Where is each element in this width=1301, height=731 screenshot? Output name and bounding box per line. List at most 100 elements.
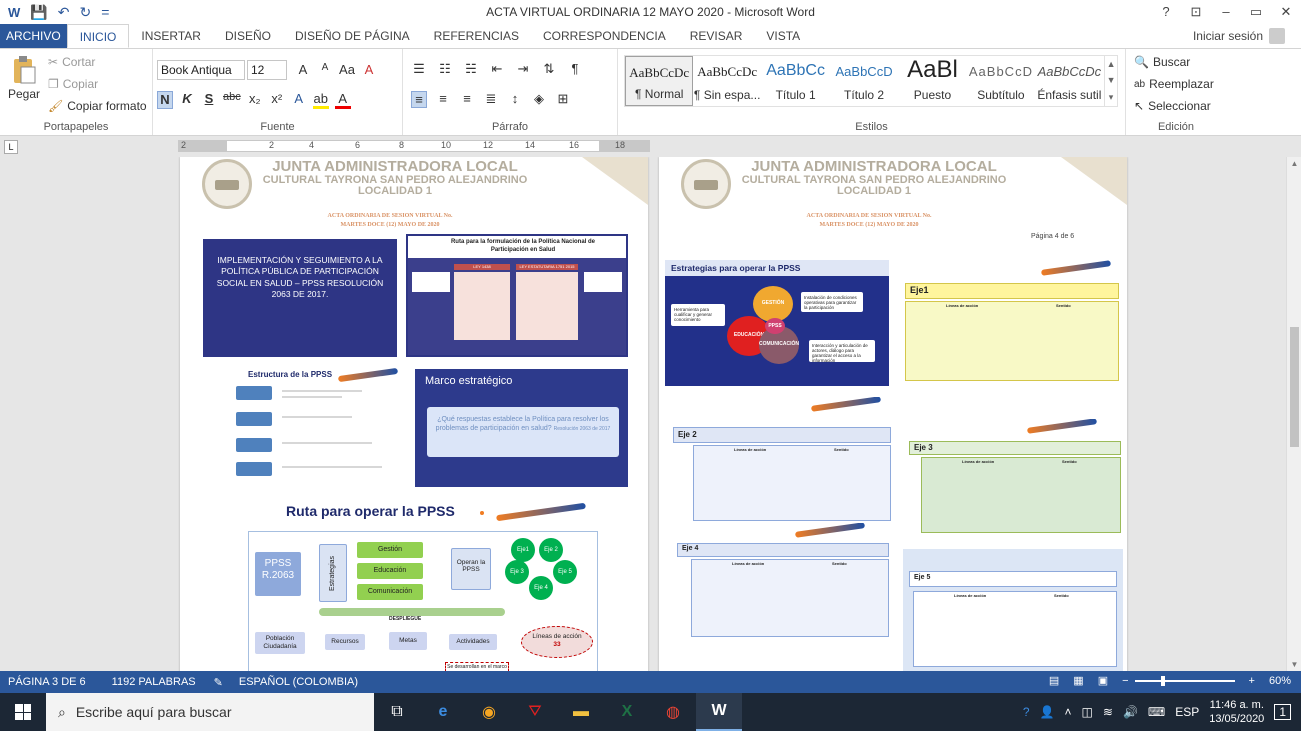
read-mode-icon[interactable]: ▤ [1049, 674, 1059, 687]
page-4[interactable]: JUNTA ADMINISTRADORA LOCAL CULTURAL TAYR… [659, 157, 1127, 671]
pilcrow-icon[interactable]: ¶ [567, 61, 583, 77]
style-puesto[interactable]: AaBl Puesto [899, 56, 968, 106]
slide-marco-estrategico[interactable]: Marco estratégico ¿Qué respuestas establ… [415, 369, 628, 487]
sort-icon[interactable]: ⇅ [541, 61, 557, 77]
page-count[interactable]: PÁGINA 3 DE 6 [8, 676, 86, 688]
increase-indent-icon[interactable]: ⇥ [515, 61, 531, 77]
slide-eje2[interactable]: Eje 2 Líneas de acción Sentido [671, 397, 893, 523]
proofing-icon[interactable]: ✎ [214, 676, 223, 689]
tab-correspondencia[interactable]: CORRESPONDENCIA [531, 24, 678, 48]
excel-icon[interactable]: X [604, 693, 650, 731]
help-tray-icon[interactable]: ? [1023, 705, 1030, 719]
slide-ruta-operar[interactable]: Ruta para operar la PPSS PPSS R.2063 Est… [246, 495, 601, 671]
tab-revisar[interactable]: REVISAR [678, 24, 755, 48]
clock[interactable]: 11:46 a. m. 13/05/2020 [1209, 698, 1264, 726]
copy-button[interactable]: ❐ Copiar [48, 77, 98, 91]
justify-icon[interactable]: ≣ [483, 91, 499, 108]
tab-vista[interactable]: VISTA [754, 24, 812, 48]
style-normal[interactable]: AaBbCcDc ¶ Normal [625, 56, 694, 106]
edge-icon[interactable]: e [420, 693, 466, 731]
change-case-button[interactable]: Aa [339, 62, 355, 77]
slide-implementacion[interactable]: IMPLEMENTACIÓN Y SEGUIMIENTO A LA POLÍTI… [203, 239, 397, 357]
slide-estructura[interactable]: Estructura de la PPSS [218, 362, 408, 492]
replace-button[interactable]: ab Reemplazar [1134, 77, 1214, 91]
slide-eje4[interactable]: Eje 4 Líneas de acción Sentido [675, 523, 891, 671]
zoom-out-icon[interactable]: − [1122, 675, 1128, 687]
style-titulo-1[interactable]: AaBbCc Título 1 [762, 56, 831, 106]
zoom-knob[interactable] [1160, 675, 1165, 686]
notifications-icon[interactable]: 1 [1274, 704, 1291, 720]
tab-archivo[interactable]: ARCHIVO [0, 24, 67, 48]
font-size-select[interactable]: 12 [247, 60, 287, 80]
save-icon[interactable]: 💾 [30, 4, 47, 21]
italic-button[interactable]: K [179, 91, 195, 109]
shrink-font-button[interactable]: A [317, 62, 333, 77]
horizontal-ruler[interactable]: 2 2 4 6 8 10 12 14 16 18 [178, 140, 650, 152]
line-spacing-icon[interactable]: ↕ [507, 91, 523, 108]
document-area[interactable]: JUNTA ADMINISTRADORA LOCAL CULTURAL TAYR… [0, 157, 1286, 671]
chevron-up-icon[interactable]: ▲ [1105, 59, 1117, 69]
underline-button[interactable]: S [201, 91, 217, 109]
wifi-icon[interactable]: ≋ [1103, 705, 1113, 719]
slide-ruta-formulacion[interactable]: Ruta para la formulación de la Política … [406, 234, 628, 357]
text-effects-button[interactable]: A [291, 91, 307, 109]
word-icon[interactable]: W [8, 5, 20, 20]
superscript-button[interactable]: x² [269, 91, 285, 109]
scroll-up-icon[interactable]: ▲ [1287, 159, 1301, 168]
page-3[interactable]: JUNTA ADMINISTRADORA LOCAL CULTURAL TAYR… [180, 157, 648, 671]
decrease-indent-icon[interactable]: ⇤ [489, 61, 505, 77]
acrobat-icon[interactable]: ⛛ [512, 693, 558, 731]
find-button[interactable]: 🔍 Buscar [1134, 55, 1190, 69]
subscript-button[interactable]: x₂ [247, 91, 263, 109]
volume-icon[interactable]: 🔊 [1123, 705, 1138, 719]
keyboard-icon[interactable]: ⌨ [1148, 705, 1165, 719]
style-enfasis-sutil[interactable]: AaBbCcDc Énfasis sutil [1036, 56, 1105, 106]
align-right-icon[interactable]: ≡ [459, 91, 475, 108]
chevron-up-icon[interactable]: ˄ [1065, 705, 1072, 719]
bold-button[interactable]: N [157, 91, 173, 109]
borders-icon[interactable]: ⊞ [555, 91, 571, 108]
align-left-icon[interactable]: ≡ [411, 91, 427, 108]
zoom-slider[interactable] [1134, 675, 1235, 686]
shading-icon[interactable]: ◈ [531, 91, 547, 108]
tab-referencias[interactable]: REFERENCIAS [422, 24, 531, 48]
language-status[interactable]: ESPAÑOL (COLOMBIA) [239, 676, 358, 688]
tab-diseno[interactable]: DISEÑO [213, 24, 283, 48]
bullets-icon[interactable]: ☰ [411, 61, 427, 77]
select-button[interactable]: ↖ Seleccionar [1134, 99, 1211, 113]
vertical-scrollbar[interactable]: ▲ ▼ [1286, 157, 1301, 671]
numbering-icon[interactable]: ☷ [437, 61, 453, 77]
slide-eje5[interactable]: Eje 5 Líneas de acción Sentido [903, 549, 1123, 671]
tab-insertar[interactable]: INSERTAR [129, 24, 213, 48]
grow-font-button[interactable]: A [295, 62, 311, 77]
input-language[interactable]: ESP [1175, 705, 1199, 719]
redo-icon[interactable]: ↻ [79, 4, 91, 21]
tab-inicio[interactable]: INICIO [66, 24, 130, 48]
style-titulo-2[interactable]: AaBbCcD Título 2 [830, 56, 899, 106]
style-sin-espaciado[interactable]: AaBbCcDc ¶ Sin espa... [693, 56, 762, 106]
sign-in[interactable]: Iniciar sesión [1193, 28, 1285, 44]
customize-qat-icon[interactable]: = [101, 4, 109, 20]
file-explorer-icon[interactable]: ▬ [558, 693, 604, 731]
chevron-down-icon[interactable]: ▼ [1105, 75, 1117, 85]
align-center-icon[interactable]: ≡ [435, 91, 451, 108]
scroll-thumb[interactable] [1290, 327, 1299, 447]
start-button[interactable] [0, 693, 46, 731]
word-count[interactable]: 1192 PALABRAS [112, 676, 196, 688]
more-styles-icon[interactable]: ▾ [1105, 92, 1117, 103]
format-painter-button[interactable]: 🖌 Copiar formato [48, 99, 147, 113]
chrome-icon[interactable]: ◍ [650, 693, 696, 731]
tab-diseno-pagina[interactable]: DISEÑO DE PÁGINA [283, 24, 422, 48]
print-layout-icon[interactable]: ▦ [1073, 674, 1083, 687]
tab-selector[interactable]: L [4, 140, 18, 154]
web-layout-icon[interactable]: ▣ [1098, 674, 1108, 687]
taskbar-search[interactable]: ⌕ Escribe aquí para buscar [46, 693, 374, 731]
minimize-button[interactable]: – [1211, 0, 1241, 24]
cut-button[interactable]: ✂ Cortar [48, 55, 95, 69]
style-subtitulo[interactable]: AaBbCcD Subtítulo [967, 56, 1036, 106]
highlight-button[interactable]: ab [312, 91, 329, 109]
zoom-level[interactable]: 60% [1269, 675, 1291, 687]
multilevel-list-icon[interactable]: ☵ [463, 61, 479, 77]
font-color-button[interactable]: A [334, 91, 351, 109]
slide-eje1[interactable]: Eje1 Líneas de acción Sentido [901, 257, 1123, 385]
